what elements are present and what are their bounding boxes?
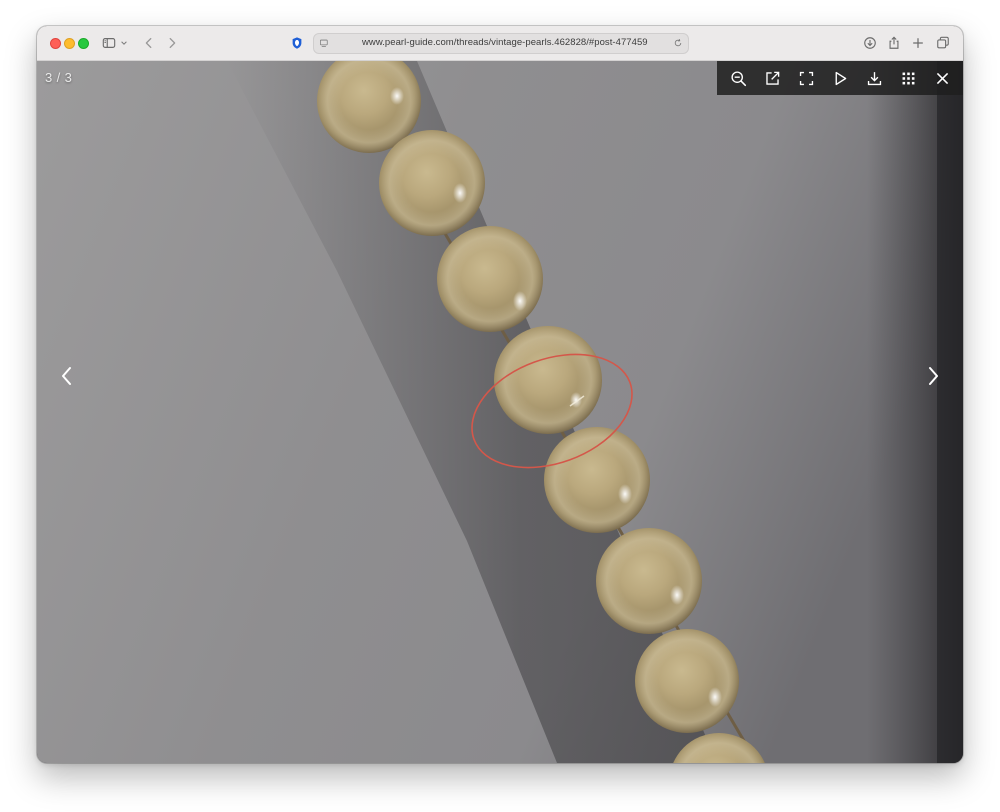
browser-toolbar: www.pearl-guide.com/threads/vintage-pear… <box>37 26 963 61</box>
image-counter: 3 / 3 <box>45 70 73 85</box>
chevron-down-icon[interactable] <box>118 34 130 52</box>
next-arrow-icon[interactable] <box>918 361 948 391</box>
downloads-icon[interactable] <box>861 34 879 52</box>
page-settings-icon[interactable] <box>316 35 332 51</box>
reload-icon[interactable] <box>670 35 686 51</box>
fullscreen-icon[interactable] <box>791 63 821 93</box>
slideshow-play-icon[interactable] <box>825 63 855 93</box>
tab-overview-icon[interactable] <box>934 34 952 52</box>
privacy-shield-icon[interactable] <box>288 34 306 52</box>
open-external-icon[interactable] <box>757 63 787 93</box>
new-tab-icon[interactable] <box>909 34 927 52</box>
sidebar-icon[interactable] <box>100 34 118 52</box>
url-text: www.pearl-guide.com/threads/vintage-pear… <box>362 37 648 48</box>
zoom-out-icon[interactable] <box>723 63 753 93</box>
back-icon[interactable] <box>140 34 158 52</box>
thumbnails-grid-icon[interactable] <box>893 63 923 93</box>
minimize-window-button[interactable] <box>64 38 75 49</box>
lightbox-toolbar <box>717 61 963 95</box>
forward-icon[interactable] <box>163 34 181 52</box>
share-icon[interactable] <box>885 34 903 52</box>
browser-window: www.pearl-guide.com/threads/vintage-pear… <box>37 26 963 763</box>
close-icon[interactable] <box>927 63 957 93</box>
close-window-button[interactable] <box>50 38 61 49</box>
zoom-window-button[interactable] <box>78 38 89 49</box>
download-icon[interactable] <box>859 63 889 93</box>
lightbox-viewer: 3 / 3 <box>37 61 963 763</box>
pearl-photo <box>37 61 963 763</box>
address-bar[interactable]: www.pearl-guide.com/threads/vintage-pear… <box>313 33 689 54</box>
previous-arrow-icon[interactable] <box>52 361 82 391</box>
